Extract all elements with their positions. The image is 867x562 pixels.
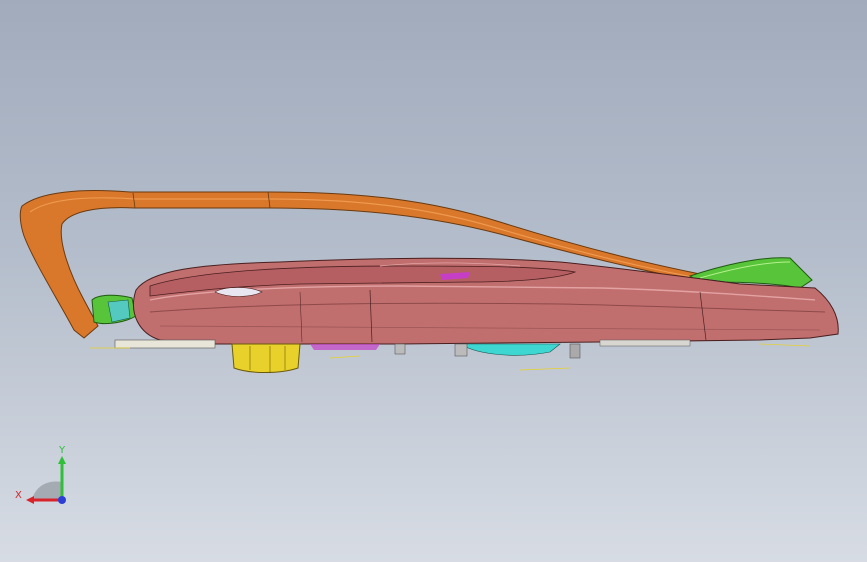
underside-components[interactable] [90, 339, 811, 371]
z-axis-dot [58, 496, 66, 504]
y-axis-label: Y [58, 445, 66, 456]
coordinate-triad: Y X [15, 445, 66, 504]
x-axis-arrow [26, 496, 34, 504]
triad-plane-shade [32, 481, 62, 500]
3d-viewport[interactable] [0, 0, 867, 562]
x-axis-label: X [15, 490, 22, 501]
y-axis-arrow [58, 456, 66, 464]
yellow-bracket[interactable] [231, 343, 301, 373]
cyan-left-insert[interactable] [107, 299, 131, 323]
